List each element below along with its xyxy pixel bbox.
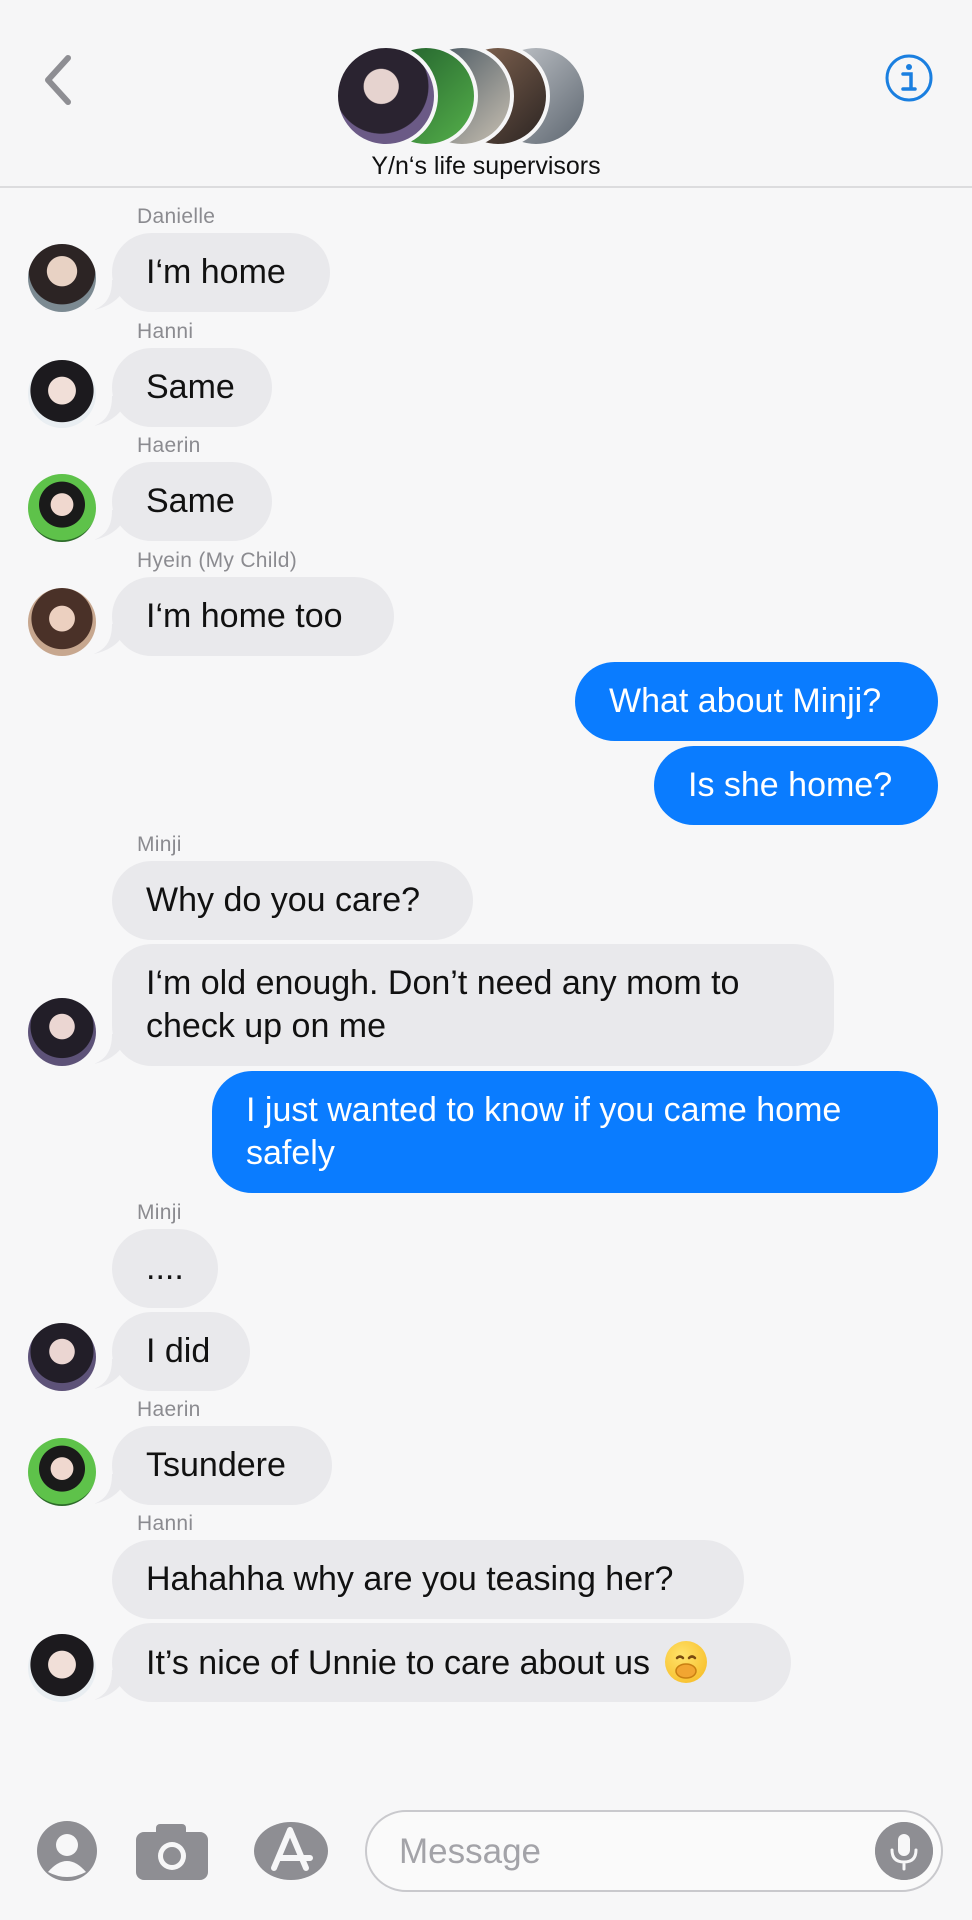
avatar-minji[interactable] xyxy=(28,1323,96,1391)
info-icon[interactable] xyxy=(884,53,934,103)
message-bubble-incoming[interactable]: It’s nice of Unnie to care about us xyxy=(112,1623,791,1702)
message-bubble-outgoing[interactable]: Is she home? xyxy=(654,746,938,825)
avatar-hanni[interactable] xyxy=(28,1634,96,1702)
message-bubble-outgoing[interactable]: What about Minji? xyxy=(575,662,938,741)
camera-icon[interactable] xyxy=(134,1820,210,1882)
app-store-icon[interactable] xyxy=(252,1820,330,1882)
message-bubble-incoming[interactable]: Same xyxy=(112,462,272,541)
avatar-hyein[interactable] xyxy=(28,588,96,656)
conversation-header: Y/n‘s life supervisors xyxy=(0,0,972,188)
message-bubble-incoming[interactable]: I‘m home too xyxy=(112,577,394,656)
message-line: I just wanted to know if you came home xyxy=(246,1091,842,1129)
sender-name: Haerin xyxy=(137,434,201,457)
avatar-haerin[interactable] xyxy=(28,474,96,542)
group-avatar-stack[interactable] xyxy=(334,44,588,148)
avatar-danielle[interactable] xyxy=(28,244,96,312)
message-bubble-incoming[interactable]: Why do you care? xyxy=(112,861,473,940)
chevron-left-icon[interactable] xyxy=(38,52,82,108)
sender-name: Minji xyxy=(137,1201,182,1224)
message-placeholder: Message xyxy=(399,1832,542,1871)
message-bubble-incoming[interactable]: Hahahha why are you teasing her? xyxy=(112,1540,744,1619)
group-title[interactable]: Y/n‘s life supervisors xyxy=(0,152,972,181)
message-text: It’s nice of Unnie to care about us xyxy=(146,1644,651,1682)
face-with-hand-over-mouth-icon xyxy=(665,1641,708,1683)
message-bubble-incoming[interactable]: Tsundere xyxy=(112,1426,332,1505)
message-bubble-incoming[interactable]: .... xyxy=(112,1229,218,1308)
sender-name: Hanni xyxy=(137,1512,194,1535)
microphone-icon[interactable] xyxy=(875,1822,933,1880)
avatar-hanni[interactable] xyxy=(28,360,96,428)
avatar-minji[interactable] xyxy=(28,998,96,1066)
avatar-haerin[interactable] xyxy=(28,1438,96,1506)
group-member-avatar xyxy=(334,44,438,148)
message-bubble-outgoing[interactable]: I just wanted to know if you came home s… xyxy=(212,1071,938,1193)
message-bubble-incoming[interactable]: I‘m old enough. Don’t need any mom to ch… xyxy=(112,944,834,1066)
contact-icon[interactable] xyxy=(36,1820,98,1882)
sender-name: Minji xyxy=(137,833,182,856)
message-line: I‘m old enough. Don’t need any mom to xyxy=(146,964,740,1002)
message-line: check up on me xyxy=(146,1007,387,1045)
message-bubble-incoming[interactable]: I‘m home xyxy=(112,233,330,312)
message-line: safely xyxy=(246,1134,335,1172)
sender-name: Hanni xyxy=(137,320,194,343)
sender-name: Hyein (My Child) xyxy=(137,549,297,572)
sender-name: Haerin xyxy=(137,1398,201,1421)
sender-name: Danielle xyxy=(137,205,216,228)
message-input[interactable]: Message xyxy=(365,1810,943,1892)
message-bubble-incoming[interactable]: I did xyxy=(112,1312,250,1391)
message-bubble-incoming[interactable]: Same xyxy=(112,348,272,427)
